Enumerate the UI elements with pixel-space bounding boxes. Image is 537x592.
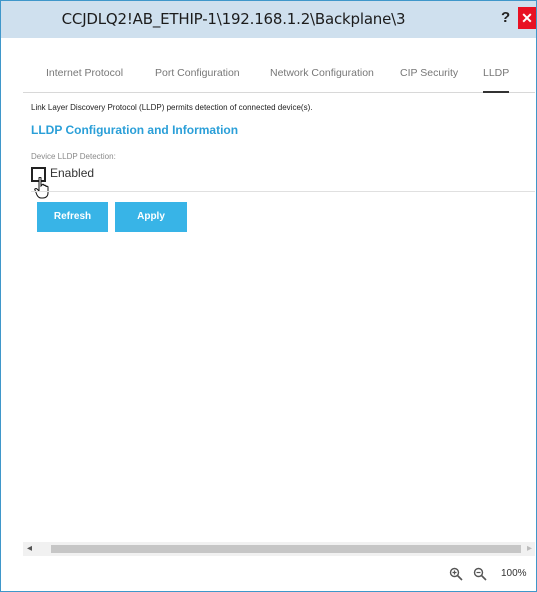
title-bar[interactable]: CCJDLQ2!AB_ETHIP-1\192.168.1.2\Backplane… [1,1,536,38]
tab-internet-protocol[interactable]: Internet Protocol [46,67,123,79]
zoom-out-icon[interactable] [473,567,487,581]
tab-network-configuration[interactable]: Network Configuration [270,67,374,79]
help-button[interactable]: ? [501,9,510,26]
close-button[interactable]: ✕ [518,7,536,29]
scroll-right-icon[interactable]: ▸ [527,543,532,554]
zoom-level: 100% [501,568,527,579]
zoom-in-icon[interactable] [449,567,463,581]
dialog-window: CCJDLQ2!AB_ETHIP-1\192.168.1.2\Backplane… [0,0,537,592]
tab-bar: Internet Protocol Port Configuration Net… [23,50,535,93]
window-title: CCJDLQ2!AB_ETHIP-1\192.168.1.2\Backplane… [61,10,406,28]
enabled-checkbox-label[interactable]: Enabled [50,166,94,180]
refresh-button[interactable]: Refresh [37,202,108,232]
lldp-description: Link Layer Discovery Protocol (LLDP) per… [31,103,313,112]
device-lldp-detection-label: Device LLDP Detection: [31,152,116,161]
horizontal-scrollbar[interactable]: ◂ ▸ [23,542,535,556]
apply-button[interactable]: Apply [115,202,187,232]
tab-port-configuration[interactable]: Port Configuration [155,67,240,79]
tab-cip-security[interactable]: CIP Security [400,67,458,79]
divider [31,191,535,192]
scroll-left-icon[interactable]: ◂ [27,543,32,554]
section-title: LLDP Configuration and Information [31,123,239,137]
scrollbar-thumb[interactable] [51,545,521,553]
tab-lldp[interactable]: LLDP [483,67,510,93]
hand-cursor-icon [34,177,49,199]
